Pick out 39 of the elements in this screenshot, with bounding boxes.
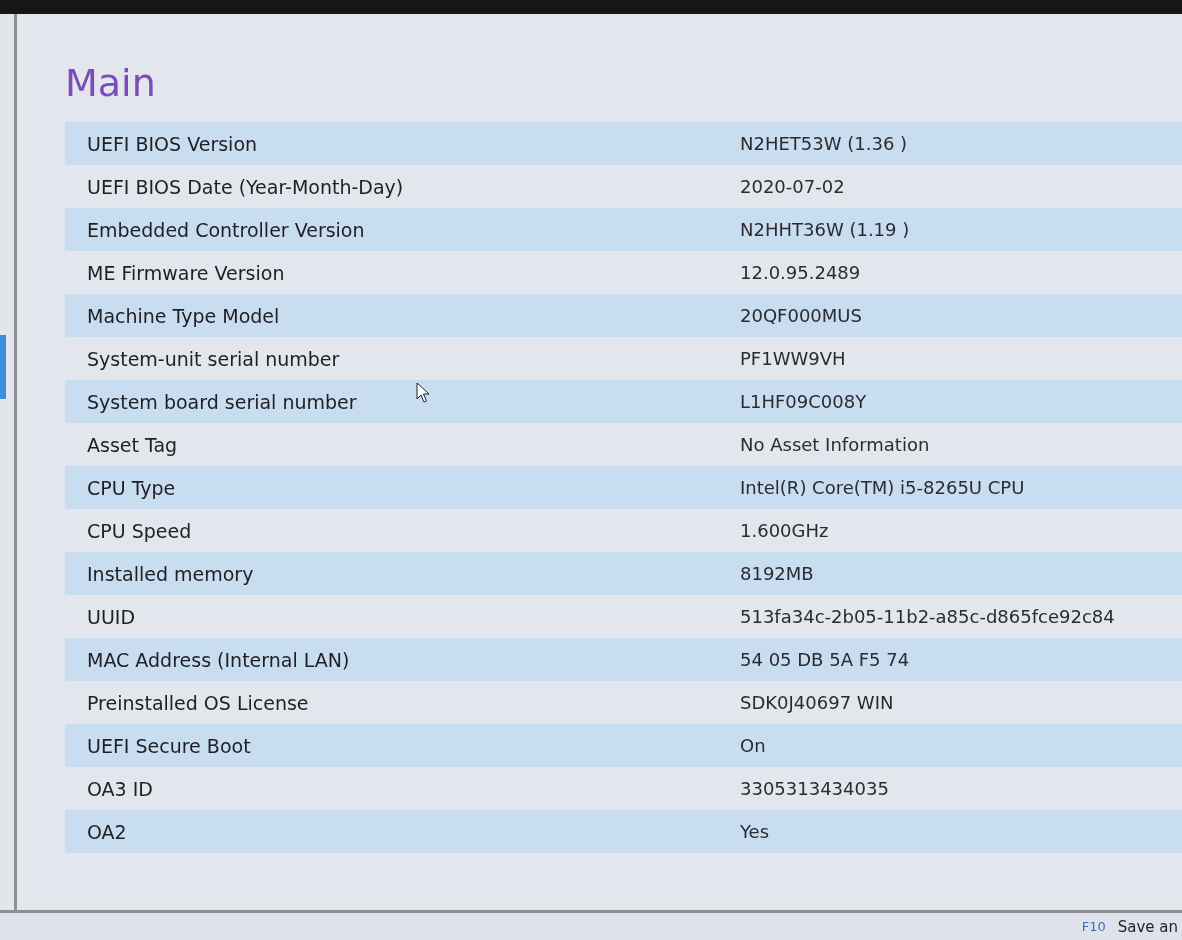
row-value: 8192MB bbox=[740, 563, 814, 584]
row-label: UEFI BIOS Version bbox=[87, 132, 258, 155]
page-title: Main bbox=[65, 60, 156, 107]
row-value: 12.0.95.2489 bbox=[740, 262, 861, 283]
row-label: CPU Speed bbox=[87, 519, 192, 542]
row-value: 1.600GHz bbox=[740, 520, 829, 541]
row-value: L1HF09C008Y bbox=[740, 391, 867, 412]
row-label: OA2 bbox=[87, 820, 127, 843]
hotkey-label: F10 bbox=[1081, 919, 1106, 934]
row-value: N2HHT36W (1.19 ) bbox=[740, 219, 910, 240]
row-value: 3305313434035 bbox=[740, 778, 889, 799]
row-value: N2HET53W (1.36 ) bbox=[740, 133, 908, 154]
row-label: Embedded Controller Version bbox=[87, 218, 365, 241]
row-value: Intel(R) Core(TM) i5-8265U CPU bbox=[740, 477, 1025, 498]
row-label: UEFI BIOS Date (Year-Month-Day) bbox=[87, 175, 404, 198]
row-label: System-unit serial number bbox=[87, 347, 340, 370]
mouse-pointer-icon bbox=[416, 382, 430, 403]
row-label: ME Firmware Version bbox=[87, 261, 285, 284]
row-label: System board serial number bbox=[87, 390, 357, 413]
row-value: SDK0J40697 WIN bbox=[740, 692, 894, 713]
row-value: On bbox=[740, 735, 766, 756]
row-label: UUID bbox=[87, 605, 136, 628]
row-value: 20QF000MUS bbox=[740, 305, 862, 326]
row-label: MAC Address (Internal LAN) bbox=[87, 648, 350, 671]
row-value: 513fa34c-2b05-11b2-a85c-d865fce92c84 bbox=[740, 606, 1115, 627]
row-label: Preinstalled OS License bbox=[87, 691, 309, 714]
row-value: PF1WW9VH bbox=[740, 348, 846, 369]
row-value: 54 05 DB 5A F5 74 bbox=[740, 649, 910, 670]
hotkey-action: Save an bbox=[1117, 917, 1178, 936]
row-label: Machine Type Model bbox=[87, 304, 280, 327]
row-value: Yes bbox=[740, 821, 770, 842]
row-label: Asset Tag bbox=[87, 433, 178, 456]
row-label: UEFI Secure Boot bbox=[87, 734, 251, 757]
row-value: No Asset Information bbox=[740, 434, 930, 455]
row-label: OA3 ID bbox=[87, 777, 153, 800]
row-label: Installed memory bbox=[87, 562, 254, 585]
row-value: 2020-07-02 bbox=[740, 176, 845, 197]
sidebar-selection-bar bbox=[0, 335, 6, 399]
row-label: CPU Type bbox=[87, 476, 176, 499]
